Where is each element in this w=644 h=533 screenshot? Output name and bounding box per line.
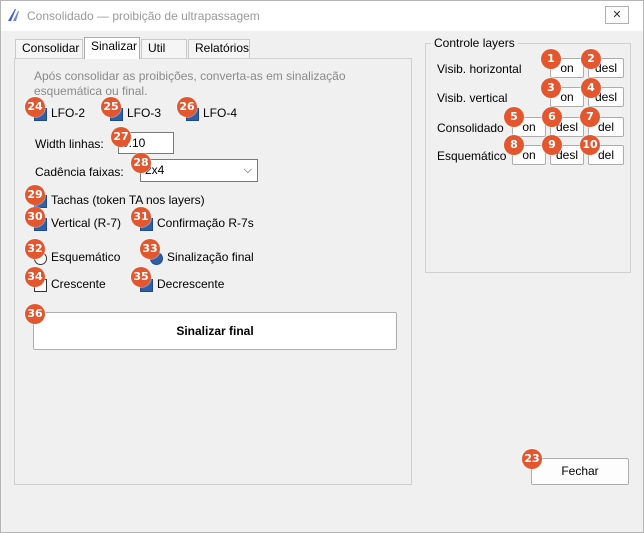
marker-badge: 24 [25, 97, 45, 117]
marker-badge: 8 [504, 135, 524, 155]
chevron-down-icon: ⌵ [243, 164, 252, 176]
marker-badge: 10 [580, 135, 600, 155]
marker-badge: 9 [542, 135, 562, 155]
tab-relatorios[interactable]: Relatórios [188, 39, 250, 58]
visib-horizontal-label: Visib. horizontal [437, 62, 522, 76]
checkbox-label: Decrescente [157, 277, 225, 291]
close-window-button[interactable]: ✕ [605, 6, 629, 24]
marker-badge: 32 [25, 239, 45, 259]
marker-badge: 7 [580, 107, 600, 127]
marker-badge: 23 [522, 449, 542, 469]
consolidado-label: Consolidado [437, 121, 504, 135]
tab-panel-sinalizar [14, 58, 412, 485]
fechar-button[interactable]: Fechar [531, 458, 629, 485]
marker-badge: 3 [541, 78, 561, 98]
tab-consolidar[interactable]: Consolidar [15, 39, 83, 58]
window: Consolidado — proibição de ultrapassagem… [0, 0, 644, 533]
marker-badge: 27 [111, 127, 131, 147]
cadencia-label: Cadência faixas: [35, 165, 124, 179]
checkbox-label: Vertical (R-7) [51, 216, 122, 230]
esquematico-label: Esquemático [437, 149, 507, 163]
marker-badge: 1 [541, 49, 561, 69]
checkbox-label: Crescente [51, 277, 106, 291]
marker-badge: 34 [25, 267, 45, 287]
marker-badge: 28 [131, 153, 151, 173]
checkbox-label: Tachas (token TA nos layers) [51, 193, 205, 207]
window-title: Consolidado — proibição de ultrapassagem [27, 9, 260, 23]
marker-badge: 31 [131, 207, 151, 227]
marker-badge: 29 [25, 185, 45, 205]
marker-badge: 33 [140, 239, 160, 259]
marker-badge: 26 [177, 97, 197, 117]
visib-vertical-label: Visib. vertical [437, 91, 508, 105]
checkbox-label: LFO-2 [51, 106, 86, 120]
title-bar: Consolidado — proibição de ultrapassagem… [1, 1, 643, 31]
marker-badge: 30 [25, 207, 45, 227]
marker-badge: 4 [581, 78, 601, 98]
marker-badge: 36 [25, 304, 45, 324]
marker-badge: 5 [504, 107, 524, 127]
radio-label: Sinalização final [167, 250, 254, 264]
width-label: Width linhas: [35, 137, 104, 151]
marker-badge: 2 [581, 49, 601, 69]
tab-util[interactable]: Util [141, 39, 187, 58]
sinalizar-final-button[interactable]: Sinalizar final [33, 312, 397, 350]
radio-label: Esquemático [51, 250, 121, 264]
marker-badge: 25 [101, 97, 121, 117]
marker-badge: 6 [542, 107, 562, 127]
checkbox-label: Confirmação R-7s [157, 216, 254, 230]
tab-sinalizar[interactable]: Sinalizar [84, 37, 140, 59]
layers-group-title: Controle layers [431, 36, 518, 50]
checkbox-label: LFO-4 [203, 106, 238, 120]
app-icon [8, 9, 19, 21]
checkbox-label: LFO-3 [127, 106, 162, 120]
marker-badge: 35 [131, 267, 151, 287]
hint-text: Após consolidar as proibições, converta-… [34, 69, 346, 98]
cadencia-select[interactable]: 2x4 ⌵ [140, 159, 258, 182]
